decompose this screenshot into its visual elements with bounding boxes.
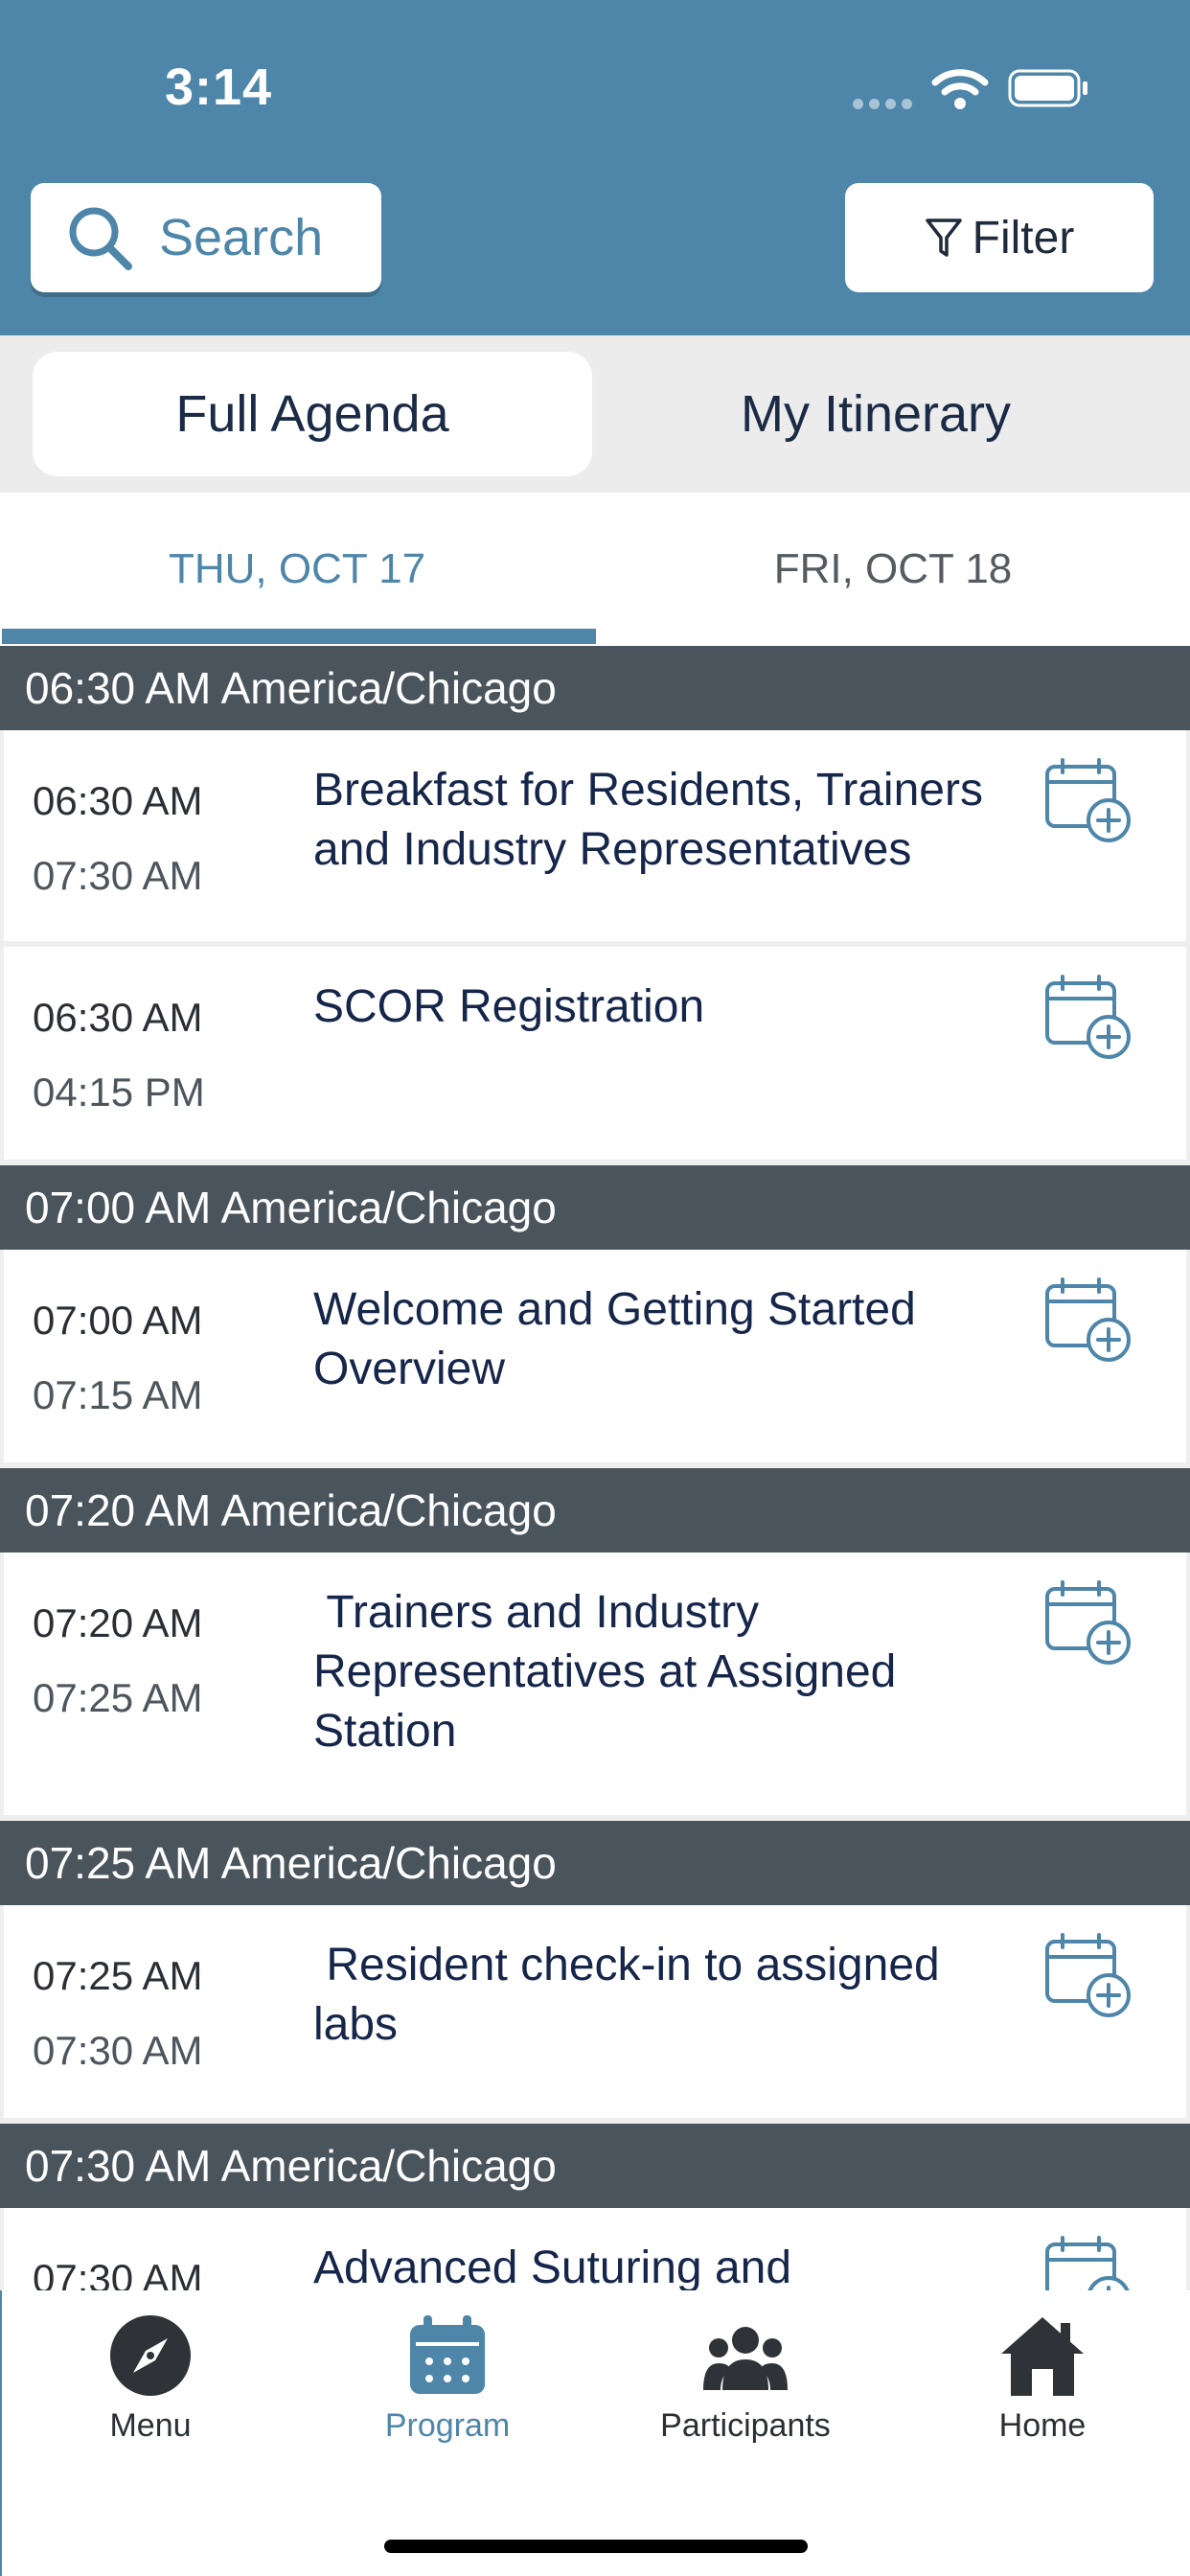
session-item[interactable]: 07:20 AM 07:25 AM Trainers and Industry … (4, 1552, 1186, 1815)
session-start-time: 06:30 AM (33, 995, 203, 1040)
calendar-add-icon[interactable] (1043, 757, 1132, 845)
session-start-time: 07:25 AM (33, 1953, 203, 1998)
nav-program[interactable]: Program (328, 2313, 567, 2445)
session-item[interactable]: 07:00 AM 07:15 AM Welcome and Getting St… (4, 1250, 1186, 1462)
compass-icon (110, 2315, 191, 2396)
session-item[interactable]: 06:30 AM 04:15 PM SCOR Registration (4, 947, 1186, 1160)
tab-my-itinerary[interactable]: My Itinerary (598, 352, 1154, 476)
agenda-list[interactable]: 06:30 AM America/Chicago 06:30 AM 07:30 … (0, 646, 1190, 2290)
search-button[interactable]: Search (31, 183, 381, 292)
calendar-add-icon[interactable] (1043, 1276, 1132, 1365)
nav-participants-label: Participants (660, 2407, 831, 2444)
session-end-time: 07:30 AM (33, 2028, 203, 2073)
search-label: Search (159, 209, 324, 266)
session-title: Advanced Suturing and (313, 2242, 792, 2290)
session-start-time: 07:00 AM (33, 1298, 203, 1343)
session-title: Resident check-in to assigned labs (313, 1940, 953, 2050)
status-time: 3:14 (165, 58, 273, 116)
cellular-signal-icon (853, 97, 918, 114)
calendar-icon (410, 2315, 485, 2394)
wifi-icon (931, 69, 989, 109)
session-end-time: 07:30 AM (33, 853, 203, 898)
calendar-add-icon[interactable] (1043, 974, 1132, 1062)
bottom-navigation: Menu Program Participants Home (0, 2290, 1190, 2576)
battery-icon (1008, 69, 1087, 107)
app-header: 3:14 Search Filter (0, 0, 1190, 335)
home-icon (1001, 2317, 1084, 2396)
filter-icon (925, 218, 962, 257)
nav-participants[interactable]: Participants (626, 2313, 865, 2445)
session-title: Trainers and Industry Representatives at… (313, 1587, 909, 1757)
session-end-time: 07:25 AM (33, 1675, 203, 1720)
calendar-add-icon[interactable] (1043, 2235, 1132, 2290)
session-start-time: 07:20 AM (33, 1600, 203, 1645)
session-start-time: 07:30 AM (33, 2256, 203, 2290)
nav-home[interactable]: Home (923, 2313, 1162, 2445)
day-tab-fri-oct-18[interactable]: FRI, OCT 18 (596, 493, 1190, 646)
time-group-header: 06:30 AM America/Chicago (0, 646, 1190, 730)
filter-button[interactable]: Filter (845, 183, 1154, 292)
calendar-add-icon[interactable] (1043, 1932, 1132, 2020)
home-indicator (384, 2540, 808, 2553)
nav-program-label: Program (384, 2407, 511, 2444)
session-end-time: 04:15 PM (33, 1070, 205, 1115)
session-title: Breakfast for Residents, Trainers and In… (313, 765, 983, 875)
selected-day-indicator (2, 629, 596, 644)
time-group-header: 07:20 AM America/Chicago (0, 1468, 1190, 1552)
time-group-header: 07:30 AM America/Chicago (0, 2124, 1190, 2208)
tab-full-agenda[interactable]: Full Agenda (33, 352, 592, 476)
day-tab-thu-oct-17[interactable]: THU, OCT 17 (0, 493, 594, 646)
session-item[interactable]: 06:30 AM 07:30 AM Breakfast for Resident… (4, 730, 1186, 941)
session-title: Welcome and Getting Started Overview (313, 1284, 916, 1394)
session-item[interactable]: 07:30 AM Advanced Suturing and (4, 2208, 1186, 2290)
search-icon (69, 207, 132, 270)
session-title: SCOR Registration (313, 981, 705, 1032)
day-tabs: THU, OCT 17 FRI, OCT 18 (0, 493, 1190, 646)
agenda-segmented-control: Full Agenda My Itinerary (0, 335, 1190, 493)
calendar-add-icon[interactable] (1043, 1579, 1132, 1668)
time-group-header: 07:00 AM America/Chicago (0, 1165, 1190, 1250)
session-start-time: 06:30 AM (33, 778, 203, 823)
filter-label: Filter (972, 212, 1075, 264)
nav-menu-label: Menu (109, 2407, 192, 2444)
people-icon (703, 2327, 788, 2390)
session-item[interactable]: 07:25 AM 07:30 AM Resident check-in to a… (4, 1905, 1186, 2118)
session-end-time: 07:15 AM (33, 1372, 203, 1417)
nav-menu[interactable]: Menu (31, 2313, 270, 2445)
time-group-header: 07:25 AM America/Chicago (0, 1821, 1190, 1905)
nav-home-label: Home (998, 2407, 1087, 2444)
